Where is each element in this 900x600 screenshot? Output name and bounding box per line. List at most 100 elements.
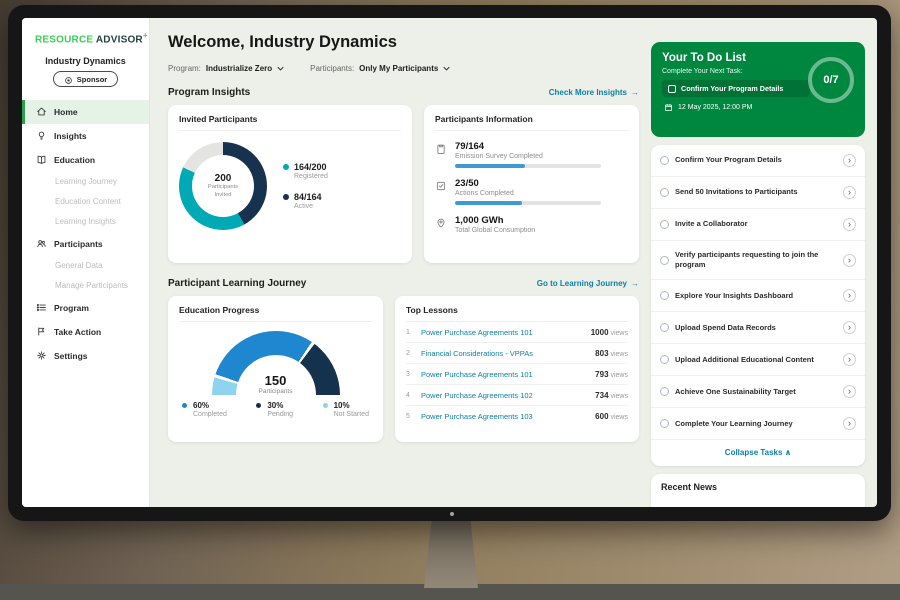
checkbox-icon[interactable] (660, 220, 669, 229)
lesson-link[interactable]: Power Purchase Agreements 101 (421, 328, 584, 337)
sidebar-item-label: Learning Insights (55, 217, 116, 226)
legend-item-pending: 30% Pending (256, 401, 293, 418)
todo-due-date: 12 May 2025, 12:00 PM (662, 103, 854, 112)
sidebar-item-education-content[interactable]: Education Content (22, 192, 149, 212)
checkbox-icon[interactable] (668, 85, 676, 93)
chevron-right-icon[interactable]: › (843, 218, 856, 231)
sidebar-item-education[interactable]: Education (22, 148, 149, 172)
monitor-bezel: RESOURCE ADVISOR+ Industry Dynamics Spon… (8, 5, 891, 521)
lesson-rank: 1 (406, 329, 414, 336)
sidebar-item-take-action[interactable]: Take Action (22, 320, 149, 344)
program-insights-title: Program Insights (168, 87, 250, 98)
education-progress-card: Education Progress 150 Participants 60% (168, 296, 383, 442)
sidebar-item-settings[interactable]: Settings (22, 344, 149, 368)
chevron-right-icon[interactable]: › (843, 417, 856, 430)
task-list-card: Confirm Your Program Details › Send 50 I… (651, 145, 865, 466)
checkbox-icon[interactable] (660, 323, 669, 332)
info-label: Emission Survey Completed (455, 153, 601, 160)
location-pin-icon (435, 216, 447, 228)
teal-dot-icon (283, 164, 289, 170)
invited-donut-chart: 200 Participants Invited (179, 142, 267, 230)
checkbox-icon[interactable] (660, 355, 669, 364)
collapse-tasks-link[interactable]: Collapse Tasks ∧ (651, 440, 865, 466)
info-row-emission-survey: 79/164 Emission Survey Completed (435, 141, 628, 168)
checkbox-icon[interactable] (660, 256, 669, 265)
check-square-icon (435, 179, 447, 191)
chevron-down-icon (443, 66, 450, 71)
task-row-upload-educational-content[interactable]: Upload Additional Educational Content › (651, 344, 865, 376)
info-row-consumption: 1,000 GWh Total Global Consumption (435, 215, 628, 234)
task-label: Upload Additional Educational Content (675, 355, 837, 365)
flag-icon (36, 326, 47, 337)
task-row-complete-learning-journey[interactable]: Complete Your Learning Journey › (651, 408, 865, 440)
lightbulb-icon (36, 130, 47, 141)
lesson-link[interactable]: Power Purchase Agreements 103 (421, 412, 588, 421)
go-to-learning-journey-link[interactable]: Go to Learning Journey → (537, 279, 639, 288)
info-value: 23/50 (455, 178, 601, 189)
sidebar-item-participants[interactable]: Participants (22, 232, 149, 256)
sidebar-item-label: Participants (54, 239, 103, 249)
lesson-link[interactable]: Power Purchase Agreements 102 (421, 391, 588, 400)
education-legend: 60% Completed 30% Pending 10% Not Starte… (179, 401, 372, 418)
lesson-row: 3 Power Purchase Agreements 101 793 view… (406, 364, 628, 385)
checkbox-icon[interactable] (660, 291, 669, 300)
task-label: Invite a Collaborator (675, 219, 837, 229)
sidebar-item-general-data[interactable]: General Data (22, 256, 149, 276)
participants-select[interactable]: Participants: Only My Participants (310, 64, 450, 73)
arrow-right-icon: → (631, 279, 639, 288)
sidebar-item-insights[interactable]: Insights (22, 124, 149, 148)
sidebar: RESOURCE ADVISOR+ Industry Dynamics Spon… (22, 18, 150, 507)
task-row-send-invitations[interactable]: Send 50 Invitations to Participants › (651, 177, 865, 209)
chevron-right-icon[interactable]: › (843, 254, 856, 267)
task-row-explore-insights[interactable]: Explore Your Insights Dashboard › (651, 280, 865, 312)
sidebar-item-learning-journey[interactable]: Learning Journey (22, 172, 149, 192)
logo-text-advisor: ADVISOR (96, 34, 143, 45)
task-row-verify-participants[interactable]: Verify participants requesting to join t… (651, 241, 865, 280)
info-value: 1,000 GWh (455, 215, 535, 226)
chevron-right-icon[interactable]: › (843, 353, 856, 366)
lesson-link[interactable]: Financial Considerations - VPPAs (421, 349, 588, 358)
participants-information-card: Participants Information 79/164 Emission… (424, 105, 639, 263)
task-row-invite-collaborator[interactable]: Invite a Collaborator › (651, 209, 865, 241)
checkbox-icon[interactable] (660, 419, 669, 428)
legend-label: Active (294, 203, 328, 210)
people-icon (36, 238, 47, 249)
sidebar-item-home[interactable]: Home (22, 100, 149, 124)
lesson-views: 734 views (595, 391, 628, 400)
logo-plus: + (143, 31, 148, 40)
checkbox-icon[interactable] (660, 188, 669, 197)
legend-label: Pending (267, 411, 293, 418)
info-card-title: Participants Information (435, 114, 628, 131)
chevron-right-icon[interactable]: › (843, 289, 856, 302)
caret-up-icon: ∧ (785, 448, 792, 457)
checkbox-icon[interactable] (660, 387, 669, 396)
task-row-upload-spend-data[interactable]: Upload Spend Data Records › (651, 312, 865, 344)
chevron-right-icon[interactable]: › (843, 321, 856, 334)
info-row-actions: 23/50 Actions Completed (435, 178, 628, 205)
sidebar-nav: Home Insights Education Learning Journey… (22, 100, 149, 368)
lesson-rank: 2 (406, 350, 414, 357)
donut-center-value: 200 (215, 173, 232, 184)
program-select[interactable]: Program: Industrialize Zero (168, 64, 284, 73)
checkbox-icon[interactable] (660, 156, 669, 165)
legend-item-active: 84/164 Active (283, 192, 328, 210)
sponsor-badge[interactable]: Sponsor (53, 71, 118, 87)
todo-summary-card: Your To Do List Complete Your Next Task:… (651, 42, 865, 137)
sidebar-item-manage-participants[interactable]: Manage Participants (22, 276, 149, 296)
chevron-right-icon[interactable]: › (843, 154, 856, 167)
lesson-link[interactable]: Power Purchase Agreements 101 (421, 370, 588, 379)
sidebar-item-label: Education (54, 155, 95, 165)
sidebar-item-program[interactable]: Program (22, 296, 149, 320)
chevron-right-icon[interactable]: › (843, 186, 856, 199)
sidebar-item-label: Program (54, 303, 89, 313)
task-row-achieve-target[interactable]: Achieve One Sustainability Target › (651, 376, 865, 408)
task-row-confirm-program[interactable]: Confirm Your Program Details › (651, 145, 865, 177)
todo-next-task-label: Confirm Your Program Details (681, 84, 783, 93)
chevron-right-icon[interactable]: › (843, 385, 856, 398)
sidebar-item-label: Take Action (54, 327, 101, 337)
sidebar-item-learning-insights[interactable]: Learning Insights (22, 212, 149, 232)
check-more-insights-link[interactable]: Check More Insights → (549, 88, 639, 97)
lesson-rank: 3 (406, 371, 414, 378)
page-title: Welcome, Industry Dynamics (168, 33, 639, 52)
todo-next-task[interactable]: Confirm Your Program Details (662, 80, 810, 97)
